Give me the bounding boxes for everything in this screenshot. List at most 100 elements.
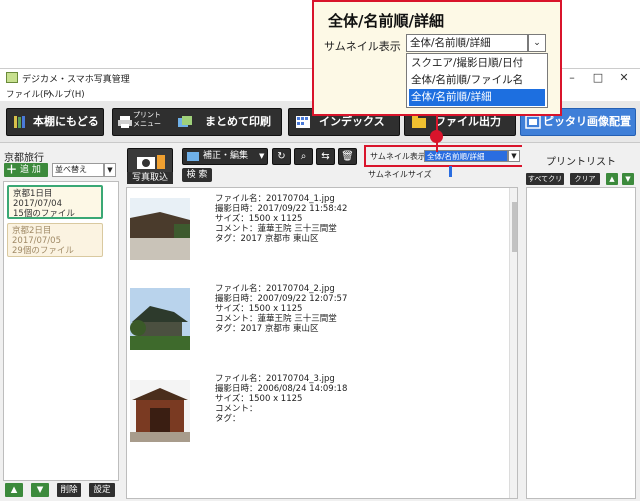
photo-info: ファイル名：20170704_3.jpg 撮影日時：2006/08/24 14:0… — [215, 374, 347, 424]
photo-date: 撮影日時：2007/09/22 12:07:57 — [215, 294, 348, 304]
edit-label: 補正・編集 — [203, 151, 249, 161]
photo-info: ファイル名：20170704_2.jpg 撮影日時：2007/09/22 12:0… — [215, 284, 347, 334]
thumb-size-slider[interactable] — [449, 166, 452, 177]
photo-comment: コメント：蓮華王院 三十三間堂 — [215, 314, 337, 324]
photo-thumbnail — [130, 288, 190, 350]
print-menu-label: プリント メニュー — [133, 111, 161, 128]
photo-list: ファイル名：20170704_1.jpg 撮影日時：2017/09/22 11:5… — [126, 187, 518, 499]
thumb-size-label: サムネイルサイズ — [368, 170, 432, 179]
album-date: 2017/07/04 — [13, 199, 62, 209]
print-list-title: プリントリスト — [546, 157, 616, 168]
scroll-thumb[interactable] — [512, 202, 517, 252]
menu-help[interactable]: ヘルプ(H) — [46, 88, 85, 100]
printer-icon — [118, 116, 132, 128]
window-title: デジカメ・スマホ写真管理 — [22, 75, 130, 85]
folder-icon — [412, 116, 426, 128]
album-card-day1[interactable]: 京都1日目 2017/07/04 15個のファイル — [7, 185, 103, 219]
photo-date: 撮影日時：2017/09/22 11:58:42 — [215, 204, 348, 214]
photo-row[interactable]: ファイル名：20170704_1.jpg 撮影日時：2017/09/22 11:5… — [127, 194, 507, 286]
album-title: 京都旅行 — [4, 153, 44, 164]
trash-icon[interactable]: 🗑 — [338, 148, 357, 165]
import-photos-label: 写真取込 — [127, 172, 173, 184]
thumb-display-highlight: サムネイル表示 全体/名前順/詳細 ▼ — [364, 145, 524, 167]
photo-size: サイズ：1500 x 1125 — [215, 304, 303, 314]
layout-icon — [525, 115, 541, 129]
edit-dropdown-icon: ▼ — [259, 152, 265, 160]
image-edit-icon — [187, 152, 199, 161]
close-button[interactable]: ✕ — [614, 70, 634, 86]
photo-tag: タグ： — [215, 414, 241, 424]
app-window: デジカメ・スマホ写真管理 – □ ✕ ファイル(F) ヘルプ(H) 本棚にもどる… — [0, 68, 640, 501]
delete-album-button[interactable]: 削除 — [57, 483, 81, 497]
move-up-icon[interactable]: ▲ — [606, 173, 618, 185]
maximize-button[interactable]: □ — [588, 70, 608, 86]
edit-button[interactable]: 補正・編集 ▼ — [182, 148, 268, 165]
album-card-day2[interactable]: 京都2日目 2017/07/05 29個のファイル — [7, 223, 103, 257]
callout-options-list: スクエア/撮影日順/日付 全体/名前順/ファイル名 全体/名前順/詳細 — [406, 53, 548, 108]
rotate-icon[interactable]: ↻ — [272, 148, 291, 165]
batch-print-label: まとめて印刷 — [205, 115, 271, 128]
swap-icon[interactable]: ⇆ — [316, 148, 335, 165]
photo-list-scrollbar[interactable] — [509, 188, 517, 498]
photo-date: 撮影日時：2006/08/24 14:09:18 — [215, 384, 348, 394]
album-name: 京都1日目 — [13, 189, 53, 199]
multi-photo-icon — [178, 116, 192, 127]
callout-thumb-display-label: サムネイル表示 — [324, 40, 401, 53]
move-up-icon[interactable]: ▲ — [5, 483, 23, 497]
back-to-shelf-label: 本棚にもどる — [33, 115, 99, 128]
photo-thumbnail — [130, 198, 190, 260]
sort-select[interactable]: 並べ替え — [52, 163, 104, 177]
photo-info: ファイル名：20170704_1.jpg 撮影日時：2017/09/22 11:5… — [215, 194, 347, 244]
move-down-icon[interactable]: ▼ — [31, 483, 49, 497]
photo-tag: タグ：2017 京都市 東山区 — [215, 234, 319, 244]
callout-thumb-display-select[interactable]: 全体/名前順/詳細 — [406, 34, 528, 52]
callout-dot — [430, 130, 443, 143]
callout-title: 全体/名前順/詳細 — [328, 12, 444, 30]
minimize-button[interactable]: – — [562, 70, 582, 86]
album-panel: 京都旅行 ＋ 追 加 並べ替え ▼ 京都1日目 2017/07/04 15個のフ… — [0, 145, 122, 501]
option-full-name-filename[interactable]: 全体/名前順/ファイル名 — [409, 72, 545, 89]
chevron-down-icon[interactable]: ▼ — [104, 163, 116, 177]
print-list — [526, 187, 636, 499]
photo-size: サイズ：1500 x 1125 — [215, 394, 303, 404]
batch-print-button[interactable]: プリント メニュー まとめて印刷 — [112, 108, 282, 136]
photo-tag: タグ：2017 京都市 東山区 — [215, 324, 319, 334]
photo-comment: コメント：蓮華王院 三十三間堂 — [215, 224, 337, 234]
search-button[interactable]: 検 索 — [182, 168, 212, 182]
camera-icon — [137, 155, 165, 169]
photo-row[interactable]: ファイル名：20170704_2.jpg 撮影日時：2007/09/22 12:0… — [127, 284, 507, 376]
menu-file[interactable]: ファイル(F) — [6, 88, 52, 100]
clear-button[interactable]: クリア — [570, 173, 600, 185]
thumb-display-label: サムネイル表示 — [370, 152, 426, 161]
zoom-icon[interactable]: ⌕ — [294, 148, 313, 165]
plus-icon: ＋ — [6, 163, 17, 176]
move-down-icon[interactable]: ▼ — [622, 173, 634, 185]
photo-size: サイズ：1500 x 1125 — [215, 214, 303, 224]
print-list-panel: プリントリスト すべてクリア クリア ▲ ▼ — [522, 145, 640, 501]
index-grid-icon — [296, 116, 310, 128]
photo-row[interactable]: ファイル名：20170704_3.jpg 撮影日時：2006/08/24 14:0… — [127, 374, 507, 466]
chevron-down-icon[interactable]: ⌄ — [528, 34, 546, 52]
bookshelf-icon — [14, 116, 25, 128]
photo-filename: ファイル名：20170704_3.jpg — [215, 374, 335, 384]
add-album-button[interactable]: ＋ 追 加 — [4, 163, 48, 177]
photo-comment: コメント： — [215, 404, 258, 414]
clear-all-button[interactable]: すべてクリア — [526, 173, 564, 195]
back-to-shelf-button[interactable]: 本棚にもどる — [6, 108, 104, 136]
photo-panel: 写真取込 補正・編集 ▼ 検 索 ↻ ⌕ ⇆ 🗑 サムネイル表示 全体/名前順/… — [122, 145, 524, 501]
callout-box: 全体/名前順/詳細 サムネイル表示 全体/名前順/詳細 ⌄ スクエア/撮影日順/… — [312, 0, 562, 116]
album-list: 京都1日目 2017/07/04 15個のファイル 京都2日目 2017/07/… — [3, 181, 119, 481]
settings-button[interactable]: 設定 — [89, 483, 115, 497]
photo-filename: ファイル名：20170704_2.jpg — [215, 284, 335, 294]
album-file-count: 15個のファイル — [13, 209, 75, 219]
album-date: 2017/07/05 — [12, 236, 61, 246]
add-album-label: 追 加 — [20, 165, 41, 175]
app-icon — [6, 72, 18, 83]
album-file-count: 29個のファイル — [12, 246, 74, 256]
photo-filename: ファイル名：20170704_1.jpg — [215, 194, 335, 204]
photo-thumbnail — [130, 380, 190, 442]
option-full-name-detail[interactable]: 全体/名前順/詳細 — [409, 89, 545, 106]
album-name: 京都2日目 — [12, 226, 52, 236]
chevron-down-icon[interactable]: ▼ — [508, 150, 520, 162]
option-square-date[interactable]: スクエア/撮影日順/日付 — [409, 55, 545, 72]
